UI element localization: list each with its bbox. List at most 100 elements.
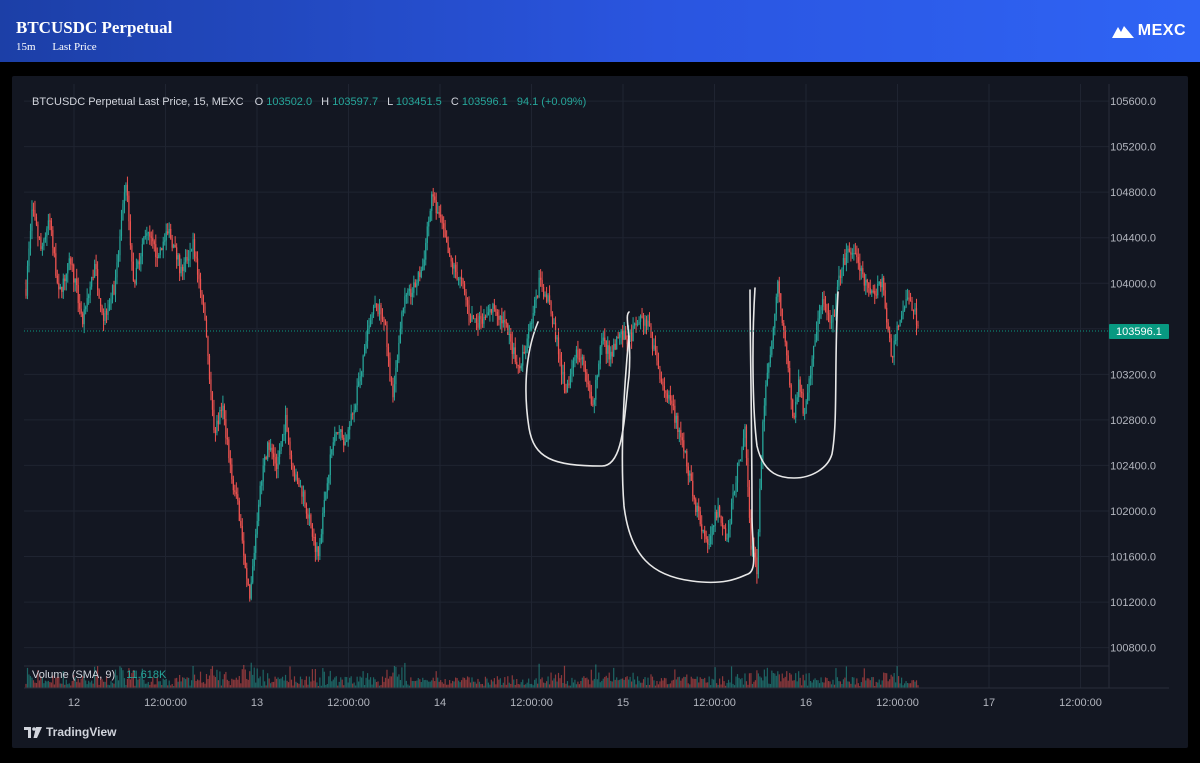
candle-body — [592, 404, 594, 406]
volume-bar — [850, 683, 852, 688]
ohlc-legend: BTCUSDC Perpetual Last Price, 15, MEXC O… — [32, 96, 586, 108]
candle-body — [884, 290, 886, 308]
price-axis[interactable]: 105600.0 105200.0 104800.0 104400.0 104000.0… — [1108, 84, 1156, 688]
volume-bar — [635, 684, 637, 688]
candle-body — [326, 483, 328, 492]
volume-bar — [270, 683, 272, 688]
candle-body — [453, 264, 455, 269]
legend-o-value: 103502.0 — [266, 96, 312, 108]
volume-bar — [243, 664, 245, 688]
candle-body — [475, 318, 478, 323]
volume-bar — [602, 678, 604, 688]
volume-bar — [358, 681, 360, 688]
candle-body — [180, 266, 182, 274]
volume-bar — [247, 679, 249, 688]
volume-bar — [892, 676, 894, 688]
candle-body — [574, 357, 576, 361]
candle-body — [881, 277, 883, 288]
candle-body — [513, 347, 515, 354]
candle-body — [211, 392, 214, 410]
volume-bar — [763, 669, 765, 688]
candle-body — [82, 313, 84, 325]
candle-body — [631, 332, 633, 342]
candle-body — [638, 321, 640, 325]
candle-body — [501, 315, 503, 324]
volume-bar — [174, 678, 176, 688]
volume-bar — [472, 681, 475, 688]
candle-body — [565, 390, 567, 393]
candle-body — [908, 297, 910, 301]
price-chart[interactable]: 105600.0 105200.0 104800.0 104400.0 104000.0… — [12, 76, 1188, 748]
candle-body — [310, 514, 312, 525]
time-axis[interactable]: 12 12:00:00 13 12:00:00 14 12:00:00 15 12:00:00… — [24, 687, 1169, 709]
volume-bar — [232, 679, 234, 688]
volume-bar — [68, 683, 70, 688]
volume-bar — [91, 680, 93, 688]
volume-bar — [783, 678, 785, 688]
volume-bar — [205, 674, 208, 688]
candle-body — [317, 546, 319, 557]
candle-body — [830, 322, 833, 324]
candle-body — [447, 242, 449, 254]
candle-body — [316, 546, 318, 552]
candle-body — [143, 237, 145, 245]
candle-body — [665, 390, 667, 394]
volume-bar — [915, 680, 918, 688]
volume-bar — [158, 681, 160, 688]
candle-body — [88, 295, 90, 299]
volume-bar — [341, 679, 343, 688]
candle-body — [241, 525, 243, 541]
candle-body — [320, 534, 322, 544]
candle-body — [917, 324, 919, 326]
candle-body — [798, 379, 800, 398]
volume-bar — [201, 682, 203, 688]
candle-body — [341, 429, 343, 438]
candle-body — [411, 292, 413, 297]
volume-bar — [660, 678, 663, 688]
candle-body — [774, 313, 776, 328]
candle-body — [296, 474, 299, 480]
candle-body — [757, 532, 759, 575]
volume-bar — [796, 681, 798, 688]
candle-body — [29, 230, 32, 249]
candle-body — [358, 381, 360, 386]
price-tick-label: 101200.0 — [1110, 597, 1156, 609]
candle-body — [128, 195, 130, 222]
volume-bar — [544, 683, 546, 688]
candle-body — [668, 395, 670, 399]
volume-bar — [447, 684, 449, 688]
time-tick-label: 12:00:00 — [144, 697, 187, 709]
candle-body — [899, 319, 901, 326]
candle-body — [234, 490, 236, 492]
volume-bar — [186, 677, 188, 688]
volume-bar — [404, 662, 406, 688]
volume-bar — [35, 683, 38, 688]
candle-body — [162, 241, 164, 250]
volume-bar — [507, 676, 509, 688]
volume-bar — [268, 678, 270, 688]
volume-bar — [684, 676, 686, 688]
candle-body — [365, 341, 367, 347]
candle-body — [465, 291, 467, 301]
candle-body — [720, 515, 722, 523]
grid — [24, 84, 1109, 688]
candle-body — [322, 512, 324, 535]
volume-bar — [674, 669, 676, 688]
volume-bar — [119, 666, 121, 688]
volume-bar — [698, 682, 700, 688]
candle-body — [745, 426, 748, 458]
volume-bar — [839, 681, 842, 688]
volume-bar — [562, 682, 564, 688]
candle-body — [435, 200, 437, 214]
chart-panel[interactable]: 105600.0 105200.0 104800.0 104400.0 104000.0… — [12, 76, 1188, 748]
volume-bar — [489, 684, 491, 688]
volume-bar — [906, 683, 909, 688]
candle-body — [182, 266, 184, 272]
volume-bar — [580, 681, 582, 688]
volume-bar — [410, 677, 412, 688]
volume-bar — [789, 672, 791, 688]
volume-bar — [481, 683, 484, 688]
candle-body — [698, 505, 700, 512]
candle-body — [520, 365, 522, 369]
candle-body — [307, 513, 309, 519]
